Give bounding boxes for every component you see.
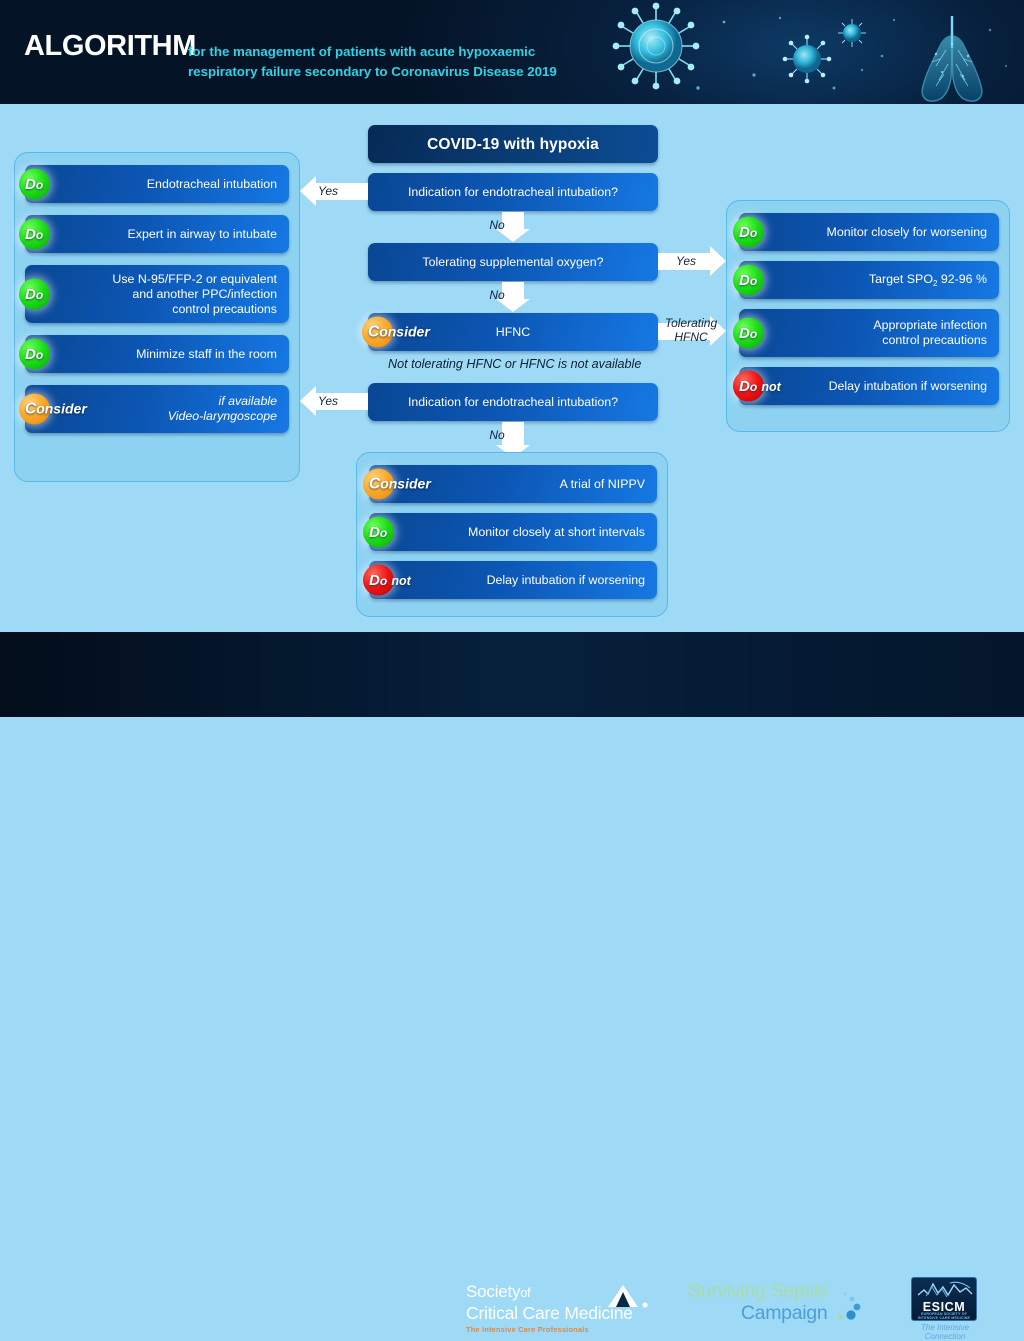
badge-do: Do (19, 218, 50, 250)
action-text: Use N-95/FFP-2 or equivalent and another… (112, 271, 277, 316)
action-text: Delay intubation if worsening (486, 572, 645, 587)
esicm-sub-line2: INTENSIVE CARE MEDICINE (917, 1316, 971, 1321)
action-text: Endotracheal intubation (146, 176, 277, 191)
sccm-society: Society (466, 1282, 521, 1301)
edge-label-no-3: No (489, 428, 505, 442)
ssc-line1: Surviving Sepsis (688, 1280, 828, 1302)
badge-do: Do (733, 264, 764, 296)
badge-consider: Consider (363, 468, 431, 500)
action-card-monitor-short-intervals[interactable]: Do Monitor closely at short intervals (363, 513, 657, 551)
edge-label-no-1: No (489, 218, 505, 232)
action-text: Monitor closely at short intervals (468, 524, 645, 539)
spo2-text-pre: Target SPO (868, 272, 933, 286)
action-card-do-not-delay-intubation-nippv[interactable]: Do not Delay intubation if worsening (363, 561, 657, 599)
panel-nippv-actions: Consider A trial of NIPPV Do Monitor clo… (356, 452, 668, 617)
edge-label-yes-3: Yes (318, 394, 339, 408)
page-subtitle-line2: respiratory failure secondary to Coronav… (188, 64, 557, 79)
action-card-endotracheal-intubation[interactable]: Do Endotracheal intubation (19, 165, 289, 203)
flow-decision-intubation-2[interactable]: Indication for endotracheal intubation? (368, 383, 658, 421)
esicm-tagline: The Intensive Connection (920, 1323, 970, 1341)
edge-label-yes-1: Yes (318, 184, 339, 198)
action-card-expert-airway[interactable]: Do Expert in airway to intubate (19, 215, 289, 253)
action-text: Minimize staff in the room (136, 346, 277, 361)
flow-consider-hfnc[interactable]: Consider HFNC (362, 313, 658, 351)
ssc-dots-icon (833, 1290, 873, 1330)
coronavirus-lungs-illustration (594, 0, 1024, 104)
action-card-ppe-precautions[interactable]: Do Use N-95/FFP-2 or equivalent and anot… (19, 265, 289, 323)
badge-do: Do (19, 338, 50, 370)
page-subtitle-line1: for the management of patients with acut… (188, 44, 536, 59)
badge-consider: Consider (362, 316, 430, 348)
badge-do-not: Do not (733, 370, 781, 402)
action-text: Monitor closely for worsening (826, 224, 987, 239)
badge-do: Do (733, 317, 764, 349)
action-card-infection-control[interactable]: Do Appropriate infection control precaut… (733, 309, 999, 357)
flow-decision-2-label: Tolerating supplemental oxygen? (422, 254, 604, 269)
ssc-line2: Campaign (740, 1302, 828, 1324)
flow-start-covid-hypoxia[interactable]: COVID-19 with hypoxia (368, 125, 658, 163)
action-text: Appropriate infection control precaution… (873, 318, 987, 347)
action-card-target-spo2[interactable]: Do Target SPO2 92-96 % (733, 261, 999, 299)
action-card-monitor-worsening[interactable]: Do Monitor closely for worsening (733, 213, 999, 251)
action-text: Target SPO2 92-96 % (739, 272, 999, 288)
sccm-triangle-icon (604, 1283, 650, 1314)
panel-monitoring-actions: Do Monitor closely for worsening Do Targ… (726, 200, 1010, 432)
action-text: Expert in airway to intubate (127, 226, 277, 241)
badge-do: Do (733, 216, 764, 248)
sccm-of: of (520, 1286, 531, 1300)
page-header: ALGORITHM for the management of patients… (0, 0, 1024, 104)
page-title: ALGORITHM (24, 30, 196, 62)
edge-label-yes-2: Yes (676, 254, 697, 268)
badge-do-not: Do not (363, 564, 411, 596)
panel-intubation-actions: Do Endotracheal intubation Do Expert in … (14, 152, 300, 482)
flow-start-label: COVID-19 with hypoxia (427, 135, 599, 153)
action-card-video-laryngoscope[interactable]: Consider if available Video-laryngoscope (19, 385, 289, 433)
badge-do: Do (19, 168, 50, 200)
flow-decision-intubation-1[interactable]: Indication for endotracheal intubation? (368, 173, 658, 211)
logo-surviving-sepsis-campaign: Surviving Sepsis Campaign (688, 1280, 861, 1324)
edge-label-tolerating-hfnc: Tolerating HFNC (661, 316, 721, 344)
action-card-do-not-delay-intubation[interactable]: Do not Delay intubation if worsening (733, 367, 999, 405)
page-footer: Societyof Critical Care Medicine The Int… (0, 632, 1024, 1341)
flow-decision-3-label: Indication for endotracheal intubation? (407, 394, 619, 409)
esicm-subtext: EUROPEAN SOCIETY OF INTENSIVE CARE MEDIC… (912, 1312, 976, 1321)
action-card-trial-nippv[interactable]: Consider A trial of NIPPV (363, 465, 657, 503)
edge-label-tolerating-line1: Tolerating (664, 316, 718, 330)
page-subtitle: for the management of patients with acut… (188, 42, 608, 82)
badge-do: Do (363, 516, 394, 548)
sccm-tagline: The Intensive Care Professionals (466, 1325, 589, 1334)
edge-label-no-2: No (489, 288, 505, 302)
spo2-subscript: 2 (932, 279, 938, 288)
badge-do: Do (19, 278, 50, 310)
flow-decision-supplemental-oxygen[interactable]: Tolerating supplemental oxygen? (368, 243, 658, 281)
flow-note-hfnc-not-tolerated: Not tolerating HFNC or HFNC is not avail… (388, 357, 642, 371)
action-card-minimize-staff[interactable]: Do Minimize staff in the room (19, 335, 289, 373)
flow-decision-1-label: Indication for endotracheal intubation? (407, 184, 619, 199)
badge-consider: Consider (19, 393, 87, 425)
spo2-text-post: 92-96 % (937, 272, 987, 286)
edge-label-tolerating-line2: HFNC (674, 330, 708, 344)
logo-esicm: ESICM EUROPEAN SOCIETY OF INTENSIVE CARE… (911, 1277, 977, 1321)
